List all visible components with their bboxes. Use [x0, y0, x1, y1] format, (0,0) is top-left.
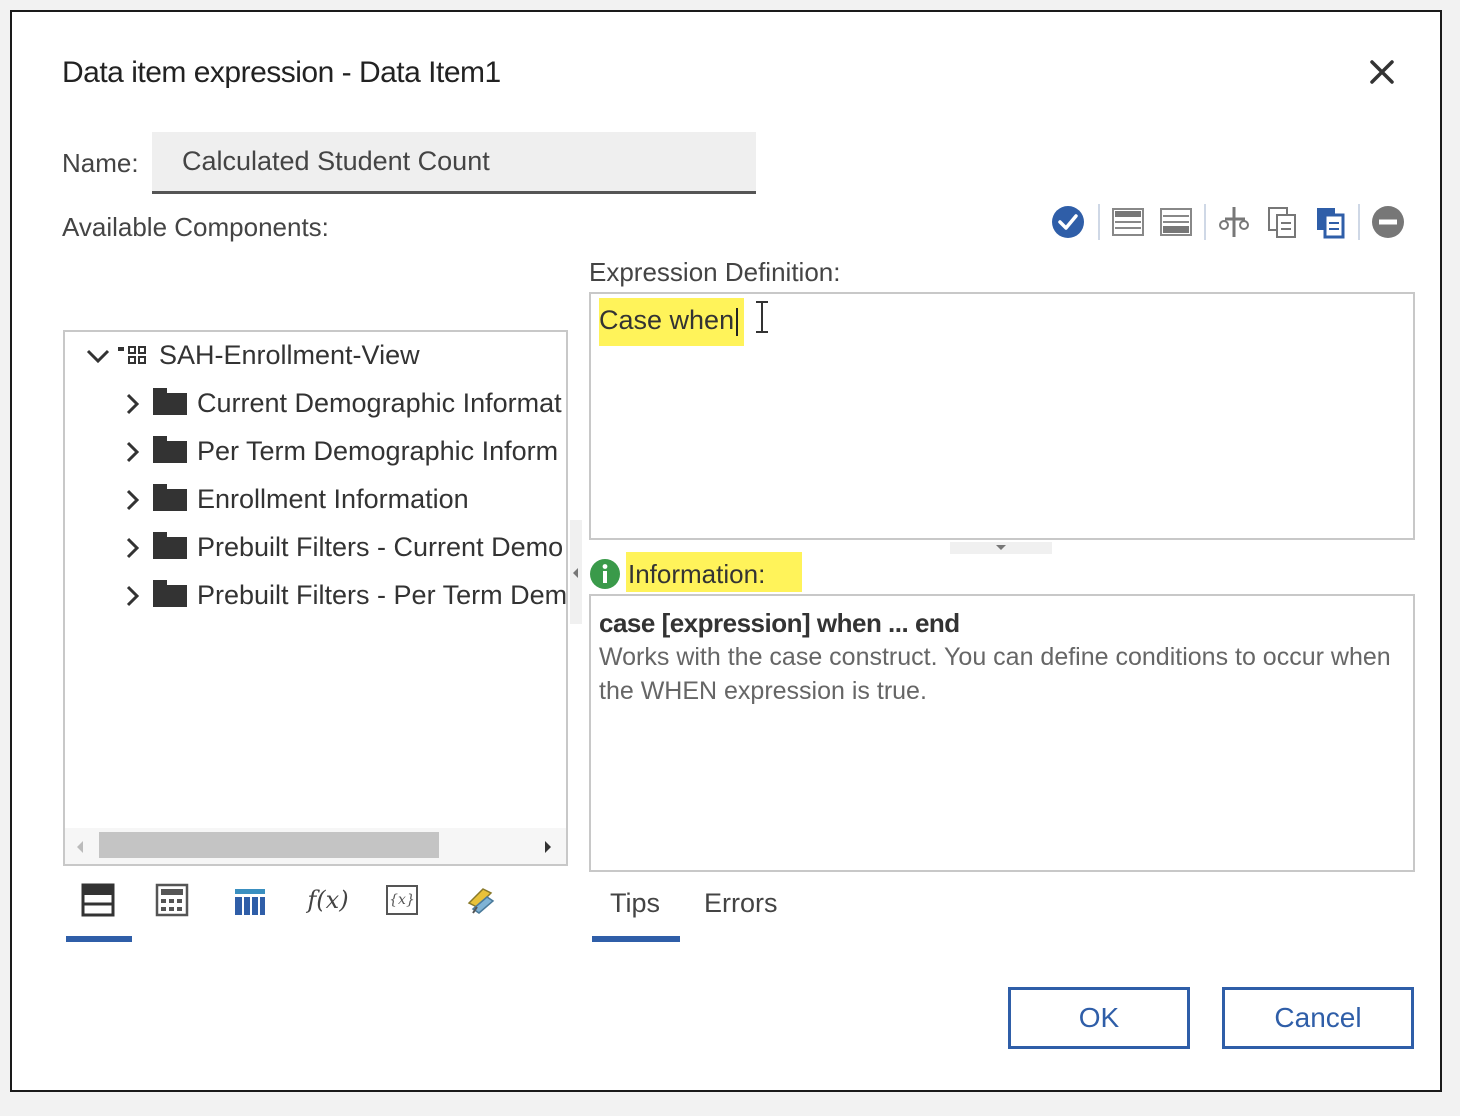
components-tree: SAH-Enrollment-View Current Demographic … — [63, 330, 568, 866]
parameters-icon-label: {x} — [389, 892, 415, 908]
chevron-right-icon[interactable] — [123, 440, 141, 464]
toolbar-separator — [1204, 204, 1206, 240]
info-icon — [590, 559, 620, 589]
scroll-right-icon[interactable] — [543, 840, 553, 854]
tab-tips[interactable]: Tips — [610, 888, 660, 919]
horizontal-splitter[interactable] — [570, 520, 582, 624]
tab-errors[interactable]: Errors — [704, 888, 778, 919]
parameters-icon: {x} — [386, 885, 418, 915]
chevron-down-icon[interactable] — [85, 346, 111, 366]
scrollbar-thumb[interactable] — [99, 832, 439, 858]
chevron-right-icon[interactable] — [123, 392, 141, 416]
data-items-tab[interactable] — [76, 878, 120, 922]
tree-root[interactable]: SAH-Enrollment-View — [85, 340, 420, 371]
insert-above-icon[interactable] — [1108, 202, 1148, 242]
information-label-highlight: Information: — [626, 552, 802, 592]
chevron-right-icon[interactable] — [123, 536, 141, 560]
expression-text[interactable]: Case when — [599, 298, 745, 346]
remove-icon[interactable] — [1368, 202, 1408, 242]
calculator-icon — [155, 883, 189, 917]
tree-item[interactable]: Prebuilt Filters - Current Demo — [123, 531, 564, 563]
tree-item-label: Per Term Demographic Inform — [197, 436, 559, 466]
tree-item[interactable]: Prebuilt Filters - Per Term Dem — [123, 579, 568, 611]
dialog-title: Data item expression - Data Item1 — [62, 56, 501, 89]
validate-check-icon[interactable] — [1048, 202, 1088, 242]
tree-item-label: Current Demographic Informat — [197, 388, 562, 418]
toolbar-separator — [1358, 204, 1360, 240]
close-icon[interactable] — [1362, 52, 1402, 92]
columns-icon — [235, 889, 265, 915]
folder-icon — [153, 483, 187, 511]
ok-button[interactable]: OK — [1008, 987, 1190, 1049]
functions-icon: f(x) — [307, 886, 349, 914]
functions-tab[interactable]: f(x) — [306, 878, 350, 922]
parameters-tab[interactable]: {x} — [380, 878, 424, 922]
tree-item[interactable]: Per Term Demographic Inform — [123, 435, 559, 467]
information-body: Works with the case construct. You can d… — [599, 643, 1391, 705]
expression-dialog: Data item expression - Data Item1 Name: … — [10, 10, 1442, 1092]
chevron-right-icon[interactable] — [123, 488, 141, 512]
cancel-button[interactable]: Cancel — [1222, 987, 1414, 1049]
vertical-splitter[interactable] — [950, 542, 1052, 554]
folder-icon — [153, 435, 187, 463]
tree-item-label: Prebuilt Filters - Per Term Dem — [197, 580, 568, 610]
macros-icon — [467, 888, 495, 914]
insert-below-icon[interactable] — [1156, 202, 1196, 242]
tree-root-label: SAH-Enrollment-View — [159, 340, 420, 370]
columns-tab[interactable] — [228, 878, 272, 922]
name-label: Name: — [62, 148, 139, 178]
name-input[interactable] — [152, 132, 756, 194]
package-icon — [118, 345, 146, 364]
horizontal-scrollbar[interactable] — [65, 828, 566, 864]
folder-icon — [153, 387, 187, 415]
paste-icon[interactable] — [1310, 202, 1350, 242]
text-cursor-icon — [756, 301, 768, 333]
information-panel: case [expression] when ... end Works wit… — [589, 594, 1415, 872]
cut-icon[interactable] — [1214, 202, 1254, 242]
chevron-down-icon — [996, 545, 1006, 550]
expression-editor[interactable]: Case when — [589, 292, 1415, 540]
macros-tab[interactable] — [458, 878, 502, 922]
tree-item[interactable]: Current Demographic Informat — [123, 387, 562, 419]
folder-icon — [153, 531, 187, 559]
toolbar-separator — [1098, 204, 1100, 240]
copy-icon[interactable] — [1262, 202, 1302, 242]
active-tab-indicator — [66, 936, 132, 942]
chevron-left-icon — [573, 568, 578, 578]
tree-item[interactable]: Enrollment Information — [123, 483, 469, 515]
calculator-tab[interactable] — [150, 878, 194, 922]
tree-item-label: Enrollment Information — [197, 484, 469, 514]
chevron-right-icon[interactable] — [123, 584, 141, 608]
information-heading: case [expression] when ... end — [599, 608, 960, 638]
available-components-label: Available Components: — [62, 212, 329, 242]
tree-item-label: Prebuilt Filters - Current Demo — [197, 532, 564, 562]
tips-tab-indicator — [592, 936, 680, 942]
information-label: Information: — [628, 559, 766, 589]
data-items-icon — [81, 883, 115, 917]
scroll-left-icon[interactable] — [75, 840, 85, 854]
folder-icon — [153, 579, 187, 607]
expression-definition-label: Expression Definition: — [589, 257, 841, 287]
